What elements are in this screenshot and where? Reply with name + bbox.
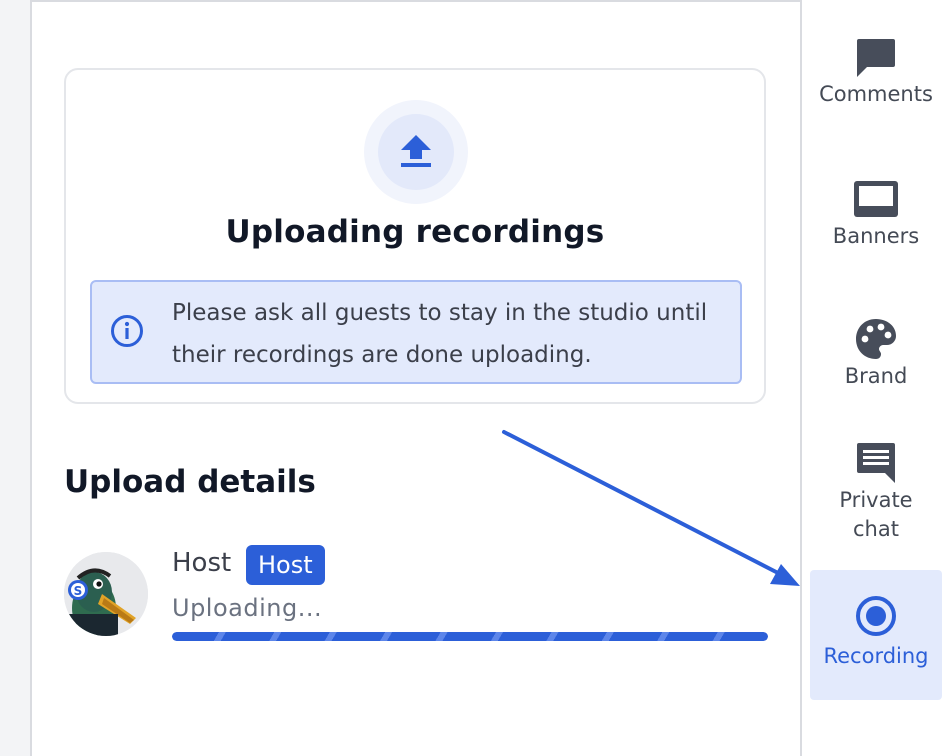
sidebar-item-comments[interactable]: Comments [810,36,942,136]
info-banner: Please ask all guests to stay in the stu… [90,280,742,384]
role-badge: Host [246,545,325,585]
record-icon [856,596,896,636]
sidebar-item-label: Comments [819,82,933,106]
upload-icon [401,135,431,167]
info-message: Please ask all guests to stay in the stu… [172,300,708,368]
upload-details-heading: Upload details [64,464,316,500]
upload-status-card: Uploading recordings Please ask all gues… [64,68,766,404]
sidebar-item-banners[interactable]: Banners [810,178,942,278]
sidebar-item-recording[interactable]: Recording [810,570,942,700]
info-icon [111,315,143,347]
sidebar-item-label: Private chat [839,488,913,541]
svg-text:S: S [74,584,83,598]
recording-panel: Uploading recordings Please ask all gues… [32,2,800,756]
upload-status-text: Uploading... [172,594,323,622]
upload-progress-fill [172,632,768,641]
right-sidebar: Comments Banners Brand Private chat Reco… [802,0,952,756]
participant-name: Host [172,548,232,578]
duck-avatar-icon: S [64,552,148,636]
upload-progress-bar [172,632,768,641]
sidebar-item-brand[interactable]: Brand [810,316,942,416]
sidebar-item-label: Recording [823,644,929,668]
avatar: S [64,552,148,636]
palette-icon [856,319,896,359]
upload-card-title: Uploading recordings [225,214,605,250]
sidebar-item-label: Brand [844,364,908,388]
private-chat-icon [857,443,895,483]
sidebar-item-label: Banners [832,224,920,248]
studio-frame: Uploading recordings Please ask all gues… [0,0,952,756]
comment-icon [857,39,895,77]
banner-icon [854,181,898,217]
sidebar-item-private-chat[interactable]: Private chat [810,440,942,558]
left-gutter [0,0,32,756]
upload-icon-badge [364,100,468,204]
